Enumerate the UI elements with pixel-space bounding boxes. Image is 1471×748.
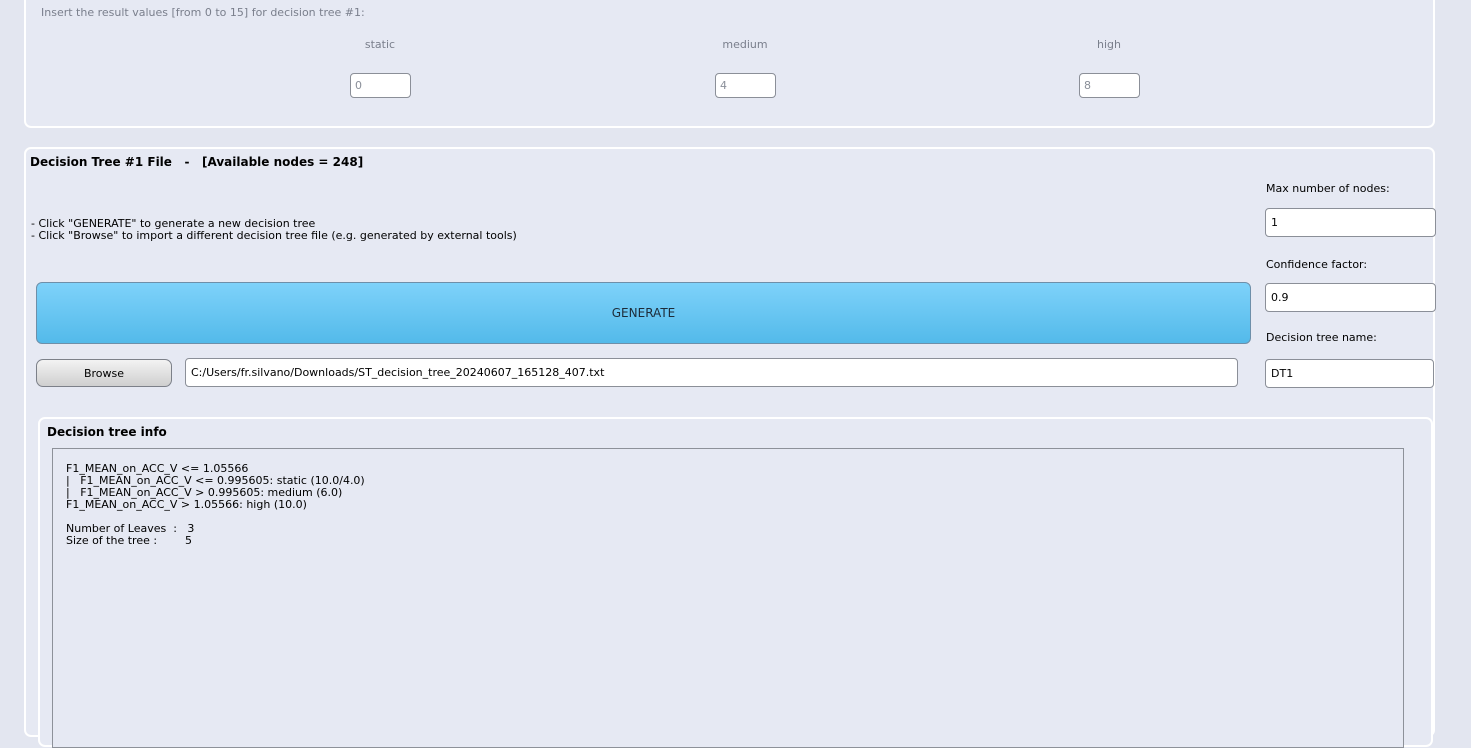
high-value-input[interactable] <box>1079 73 1140 98</box>
confidence-factor-label: Confidence factor: <box>1266 258 1368 271</box>
decision-tree-file-title: Decision Tree #1 File - [Available nodes… <box>30 155 364 169</box>
decision-tree-info-panel: Decision tree info F1_MEAN_on_ACC_V <= 1… <box>38 417 1433 748</box>
static-label: static <box>364 38 396 51</box>
medium-value-input[interactable] <box>715 73 776 98</box>
decision-tree-info-title: Decision tree info <box>47 425 167 439</box>
confidence-factor-input[interactable] <box>1265 283 1436 312</box>
medium-label: medium <box>722 38 768 51</box>
result-values-hint: Insert the result values [from 0 to 15] … <box>41 6 365 19</box>
decision-tree-file-panel: Decision Tree #1 File - [Available nodes… <box>24 147 1436 748</box>
generate-button[interactable]: GENERATE <box>36 282 1251 344</box>
result-values-panel: Insert the result values [from 0 to 15] … <box>24 0 1435 128</box>
max-nodes-label: Max number of nodes: <box>1266 182 1390 195</box>
tree-name-input[interactable] <box>1265 359 1434 388</box>
file-path-input[interactable] <box>185 358 1238 387</box>
tree-name-label: Decision tree name: <box>1266 331 1377 344</box>
max-nodes-input[interactable] <box>1265 208 1436 237</box>
static-value-input[interactable] <box>350 73 411 98</box>
high-label: high <box>1097 38 1121 51</box>
decision-tree-info-text: F1_MEAN_on_ACC_V <= 1.05566 | F1_MEAN_on… <box>66 462 365 547</box>
decision-tree-info-textbox[interactable]: F1_MEAN_on_ACC_V <= 1.05566 | F1_MEAN_on… <box>52 448 1404 748</box>
browse-button[interactable]: Browse <box>36 359 172 387</box>
instruction-browse: - Click "Browse" to import a different d… <box>31 229 517 242</box>
